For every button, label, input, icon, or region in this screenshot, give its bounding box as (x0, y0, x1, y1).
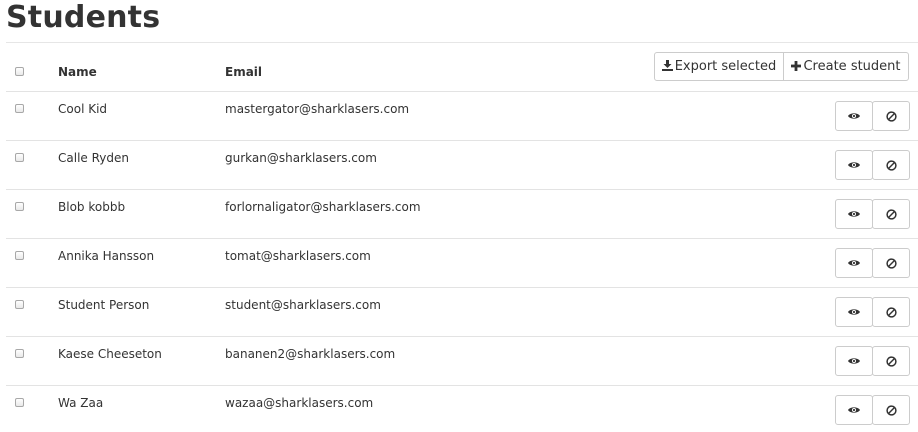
row-actions (835, 101, 910, 131)
student-email: mastergator@sharklasers.com (225, 102, 410, 116)
column-header-name[interactable]: Name (58, 65, 97, 79)
block-student-button[interactable] (872, 101, 910, 131)
row-select-checkbox[interactable] (15, 104, 24, 113)
view-student-button[interactable] (835, 150, 873, 180)
view-student-button[interactable] (835, 199, 873, 229)
export-selected-label: Export selected (674, 59, 777, 74)
row-actions (835, 346, 910, 376)
block-student-button[interactable] (872, 199, 910, 229)
student-name: Cool Kid (58, 102, 108, 116)
student-email: wazaa@sharklasers.com (225, 396, 374, 410)
eye-icon (848, 259, 860, 267)
row-select-checkbox[interactable] (15, 300, 24, 309)
student-name: Blob kobbb (58, 200, 126, 214)
column-header-email[interactable]: Email (225, 65, 262, 79)
row-select-checkbox[interactable] (15, 398, 24, 407)
table-row: Student Person student@sharklasers.com (6, 288, 918, 337)
table-row: Calle Ryden gurkan@sharklasers.com (6, 141, 918, 190)
row-actions (835, 248, 910, 278)
download-icon (661, 59, 673, 74)
eye-icon (848, 161, 860, 169)
eye-icon (848, 112, 860, 120)
plus-icon (791, 60, 802, 74)
view-student-button[interactable] (835, 248, 873, 278)
student-email: forlornaligator@sharklasers.com (225, 200, 421, 214)
row-actions (835, 199, 910, 229)
ban-icon (885, 208, 897, 220)
table-row: Cool Kid mastergator@sharklasers.com (6, 92, 918, 141)
ban-icon (885, 404, 897, 416)
students-table: Name Email Export selected Create studen… (6, 43, 918, 432)
view-student-button[interactable] (835, 395, 873, 425)
ban-icon (885, 257, 897, 269)
page-title: Students (6, 0, 161, 35)
export-selected-button[interactable]: Export selected (654, 52, 784, 81)
ban-icon (885, 110, 897, 122)
eye-icon (848, 406, 860, 414)
table-row: Blob kobbb forlornaligator@sharklasers.c… (6, 190, 918, 239)
block-student-button[interactable] (872, 395, 910, 425)
table-row: Annika Hansson tomat@sharklasers.com (6, 239, 918, 288)
ban-icon (885, 159, 897, 171)
student-email: tomat@sharklasers.com (225, 249, 371, 263)
student-name: Wa Zaa (58, 396, 104, 410)
toolbar-button-group: Export selected Create student (654, 52, 909, 81)
student-name: Annika Hansson (58, 249, 155, 263)
view-student-button[interactable] (835, 101, 873, 131)
table-header: Name Email Export selected Create studen… (6, 43, 918, 92)
table-row: Kaese Cheeseton bananen2@sharklasers.com (6, 337, 918, 386)
student-name: Student Person (58, 298, 150, 312)
student-email: gurkan@sharklasers.com (225, 151, 377, 165)
create-student-button[interactable]: Create student (783, 52, 909, 81)
block-student-button[interactable] (872, 150, 910, 180)
block-student-button[interactable] (872, 248, 910, 278)
create-student-label: Create student (803, 59, 901, 74)
row-actions (835, 395, 910, 425)
row-actions (835, 150, 910, 180)
table-body: Cool Kid mastergator@sharklasers.com Cal… (6, 92, 918, 432)
ban-icon (885, 355, 897, 367)
student-name: Calle Ryden (58, 151, 129, 165)
table-row: Wa Zaa wazaa@sharklasers.com (6, 386, 918, 432)
select-all-checkbox[interactable] (15, 67, 24, 76)
row-actions (835, 297, 910, 327)
row-select-checkbox[interactable] (15, 349, 24, 358)
ban-icon (885, 306, 897, 318)
block-student-button[interactable] (872, 297, 910, 327)
student-email: bananen2@sharklasers.com (225, 347, 396, 361)
eye-icon (848, 210, 860, 218)
eye-icon (848, 308, 860, 316)
block-student-button[interactable] (872, 346, 910, 376)
row-select-checkbox[interactable] (15, 251, 24, 260)
students-page: Students Name Email Export selected Crea… (0, 0, 918, 432)
student-email: student@sharklasers.com (225, 298, 381, 312)
view-student-button[interactable] (835, 346, 873, 376)
student-name: Kaese Cheeseton (58, 347, 162, 361)
row-select-checkbox[interactable] (15, 202, 24, 211)
eye-icon (848, 357, 860, 365)
row-select-checkbox[interactable] (15, 153, 24, 162)
view-student-button[interactable] (835, 297, 873, 327)
